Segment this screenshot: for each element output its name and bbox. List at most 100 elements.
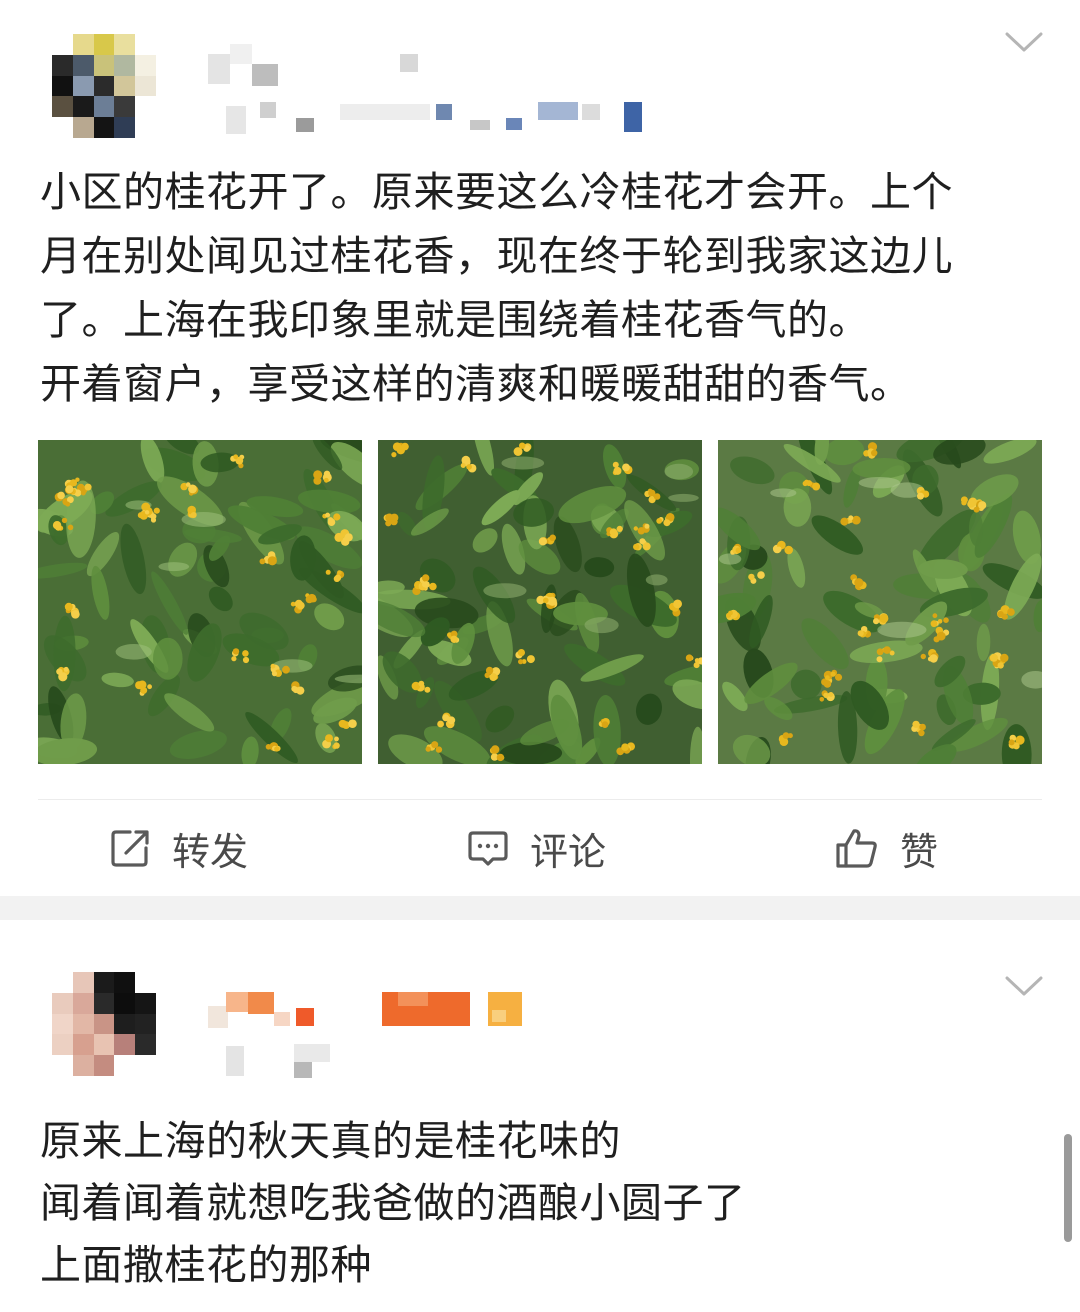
osmanthus-flower xyxy=(64,602,73,611)
avatar-pixel xyxy=(93,992,115,1014)
osmanthus-flower xyxy=(519,442,526,449)
avatar-pixel xyxy=(93,54,115,76)
avatar[interactable] xyxy=(52,972,156,1076)
osmanthus-flower xyxy=(840,517,849,526)
osmanthus-flower xyxy=(348,719,357,728)
avatar-pixel xyxy=(52,992,73,1014)
osmanthus-flower xyxy=(633,526,638,531)
osmanthus-flower xyxy=(932,613,938,619)
osmanthus-flower xyxy=(150,513,157,520)
osmanthus-flower xyxy=(71,610,80,619)
post-header xyxy=(0,920,1080,1090)
avatar-pixel xyxy=(72,34,94,55)
avatar-pixel xyxy=(52,75,73,97)
avatar-pixel xyxy=(135,96,156,118)
leaf-highlight xyxy=(770,488,797,498)
post-photo[interactable] xyxy=(38,440,362,764)
osmanthus-flower xyxy=(876,648,884,656)
avatar-pixel xyxy=(135,1034,156,1056)
avatar-pixel xyxy=(93,75,115,97)
osmanthus-flower xyxy=(919,723,926,731)
osmanthus-flower xyxy=(961,500,967,506)
osmanthus-flower xyxy=(84,483,92,491)
osmanthus-flower xyxy=(270,663,276,669)
osmanthus-flower xyxy=(601,721,609,728)
leaf-highlight xyxy=(668,493,699,502)
username-pixelated[interactable] xyxy=(200,40,440,90)
osmanthus-flower xyxy=(424,686,431,693)
comment-button[interactable]: 评论 xyxy=(466,800,606,896)
osmanthus-flower xyxy=(450,635,458,643)
osmanthus-flower xyxy=(1000,653,1009,663)
scrollbar[interactable] xyxy=(1064,1134,1072,1242)
osmanthus-flower xyxy=(917,492,924,500)
osmanthus-flower xyxy=(978,501,987,510)
osmanthus-flower xyxy=(920,653,926,660)
avatar-pixel xyxy=(114,75,136,97)
osmanthus-flower xyxy=(871,449,878,457)
osmanthus-flower xyxy=(425,746,431,752)
osmanthus-flower xyxy=(854,578,864,588)
leaf-highlight xyxy=(664,463,694,480)
osmanthus-flower xyxy=(943,617,949,623)
chevron-down-icon[interactable] xyxy=(1004,30,1044,54)
post-meta-pixelated xyxy=(220,98,650,138)
osmanthus-flower xyxy=(613,466,622,475)
avatar-pixel xyxy=(114,992,136,1014)
chevron-down-icon[interactable] xyxy=(1004,974,1044,998)
osmanthus-flower xyxy=(242,650,249,657)
osmanthus-flower xyxy=(653,493,661,500)
osmanthus-flower xyxy=(271,671,278,677)
osmanthus-flower xyxy=(825,675,830,681)
leaf-highlight xyxy=(718,553,742,565)
osmanthus-flower xyxy=(259,558,266,565)
osmanthus-flower xyxy=(685,654,693,662)
osmanthus-flower xyxy=(144,510,150,515)
avatar-pixel xyxy=(135,992,156,1014)
osmanthus-flower xyxy=(460,463,466,468)
osmanthus-flower xyxy=(391,452,397,458)
like-button[interactable]: 赞 xyxy=(834,800,938,896)
osmanthus-flower xyxy=(323,477,329,483)
osmanthus-flower xyxy=(973,506,980,513)
osmanthus-flower xyxy=(466,464,472,470)
osmanthus-flower xyxy=(828,692,834,697)
osmanthus-flower xyxy=(305,595,314,604)
osmanthus-flower xyxy=(526,655,535,664)
osmanthus-flower xyxy=(491,745,500,754)
osmanthus-flower xyxy=(776,546,782,552)
avatar-pixel xyxy=(93,117,115,138)
osmanthus-flower xyxy=(819,697,825,702)
osmanthus-flower xyxy=(334,574,342,582)
osmanthus-photo xyxy=(378,440,702,764)
osmanthus-flower xyxy=(823,680,832,688)
avatar[interactable] xyxy=(52,34,156,138)
osmanthus-flower xyxy=(784,545,793,555)
avatar-pixel xyxy=(52,96,73,118)
avatar-pixel xyxy=(93,972,115,993)
osmanthus-flower xyxy=(135,681,144,690)
osmanthus-flower xyxy=(489,673,498,682)
username-pixelated[interactable] xyxy=(200,988,540,1034)
avatar-pixel xyxy=(93,1013,115,1035)
leaf-highlight xyxy=(501,456,545,470)
osmanthus-flower xyxy=(265,744,272,750)
avatar-pixel xyxy=(114,972,136,993)
repost-button[interactable]: 转发 xyxy=(108,800,248,896)
osmanthus-flower xyxy=(622,463,630,472)
osmanthus-flower xyxy=(185,482,191,487)
osmanthus-flower xyxy=(873,618,880,625)
avatar-pixel xyxy=(52,972,73,993)
osmanthus-flower xyxy=(325,512,331,518)
osmanthus-flower xyxy=(65,485,74,494)
osmanthus-flower xyxy=(65,501,71,507)
feed-post: 小区的桂花开了。原来要这么冷桂花才会开。上个 月在别处闻见过桂花香，现在终于轮到… xyxy=(0,0,1080,896)
osmanthus-flower xyxy=(621,743,629,751)
osmanthus-flower xyxy=(431,741,439,749)
osmanthus-flower xyxy=(338,719,347,728)
osmanthus-flower xyxy=(989,653,998,662)
post-photo[interactable] xyxy=(718,440,1042,764)
post-photo[interactable] xyxy=(378,440,702,764)
osmanthus-flower xyxy=(333,513,341,521)
osmanthus-flower xyxy=(883,646,891,654)
